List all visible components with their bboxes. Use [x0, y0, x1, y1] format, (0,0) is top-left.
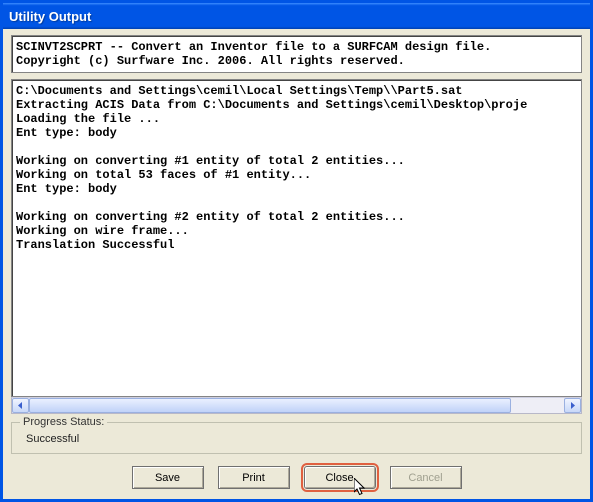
log-output[interactable]: C:\Documents and Settings\cemil\Local Se…: [11, 79, 582, 397]
header-line2: Copyright (c) Surfware Inc. 2006. All ri…: [16, 54, 405, 68]
close-button[interactable]: Close: [304, 466, 376, 489]
titlebar[interactable]: Utility Output: [3, 3, 590, 29]
progress-legend: Progress Status:: [20, 416, 107, 428]
scroll-track[interactable]: [29, 398, 564, 413]
scroll-thumb[interactable]: [29, 398, 511, 413]
progress-value: Successful: [26, 433, 571, 445]
header-panel: SCINVT2SCPRT -- Convert an Inventor file…: [11, 35, 582, 73]
button-bar: Save Print Close Cancel: [11, 460, 582, 491]
scroll-left-arrow-icon[interactable]: [12, 398, 29, 413]
utility-output-window: Utility Output SCINVT2SCPRT -- Convert a…: [0, 0, 593, 502]
horizontal-scrollbar[interactable]: [11, 397, 582, 414]
window-title: Utility Output: [9, 9, 91, 24]
log-container: C:\Documents and Settings\cemil\Local Se…: [11, 79, 582, 414]
client-area: SCINVT2SCPRT -- Convert an Inventor file…: [3, 29, 590, 499]
scroll-right-arrow-icon[interactable]: [564, 398, 581, 413]
progress-status-group: Progress Status: Successful: [11, 422, 582, 454]
save-button[interactable]: Save: [132, 466, 204, 489]
print-button[interactable]: Print: [218, 466, 290, 489]
cancel-button: Cancel: [390, 466, 462, 489]
header-line1: SCINVT2SCPRT -- Convert an Inventor file…: [16, 40, 491, 54]
